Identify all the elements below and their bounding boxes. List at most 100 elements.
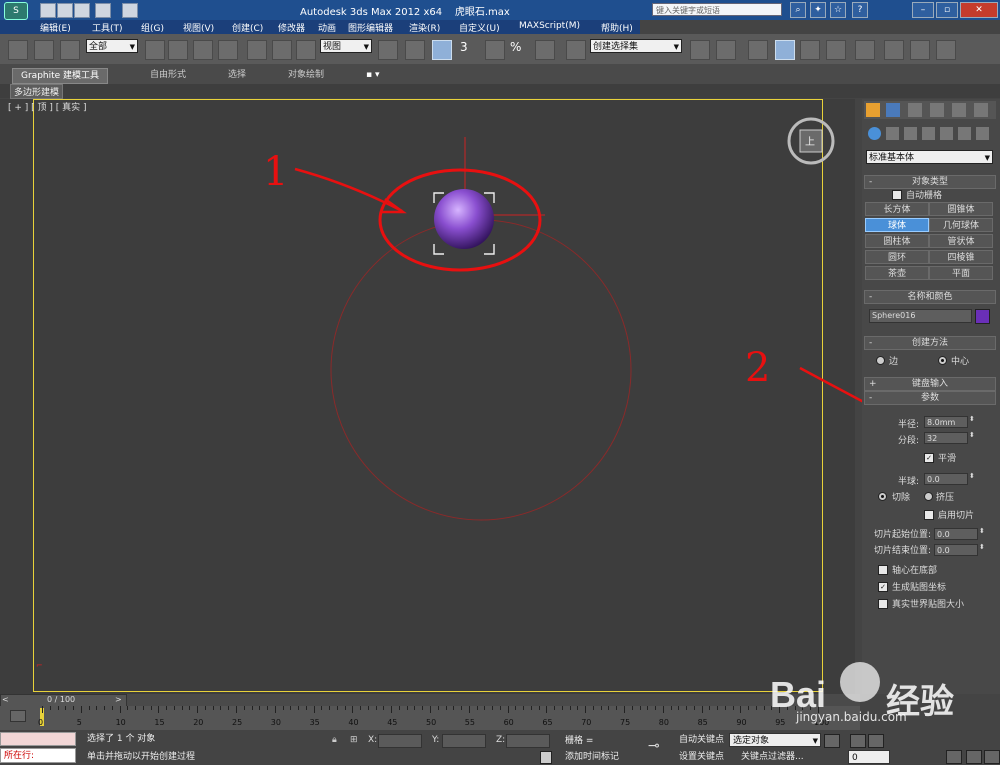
maximize-button[interactable]: ▫ xyxy=(936,2,958,18)
smooth-checkbox[interactable]: ✓ xyxy=(924,453,934,463)
box-button[interactable]: 长方体 xyxy=(865,202,929,216)
slice-from-spinner[interactable]: ⬍ xyxy=(979,527,985,535)
set-key-label[interactable]: 设置关键点 xyxy=(676,750,728,764)
slice-on-checkbox[interactable] xyxy=(924,510,934,520)
maxscript-listener[interactable] xyxy=(0,732,76,746)
object-type-rollout[interactable]: - 对象类型 xyxy=(864,175,996,189)
lights-icon[interactable] xyxy=(904,127,917,140)
radius-spinner[interactable]: ⬍ xyxy=(969,415,975,423)
menu-graph-editors[interactable]: 图形编辑器 xyxy=(348,21,393,34)
plane-button[interactable]: 平面 xyxy=(929,266,993,280)
menu-rendering[interactable]: 渲染(R) xyxy=(409,21,440,34)
render-production-icon[interactable] xyxy=(936,40,956,60)
new-file-icon[interactable] xyxy=(40,3,56,18)
named-selection-dropdown[interactable]: 创建选择集 ▼ xyxy=(590,39,682,53)
track-bar[interactable]: 0 5 10 15 20 25 30 35 40 45 50 55 60 65 70 75 80 85 90 95 10… xyxy=(0,706,860,730)
select-by-name-icon[interactable] xyxy=(168,40,188,60)
go-to-start-icon[interactable] xyxy=(824,734,840,748)
menu-create[interactable]: 创建(C) xyxy=(232,21,263,34)
minimize-button[interactable]: – xyxy=(912,2,934,18)
x-coord-input[interactable] xyxy=(378,734,422,748)
snap-toggle-icon[interactable]: 3 xyxy=(460,40,478,58)
rectangle-selection-icon[interactable] xyxy=(193,40,213,60)
lock-icon[interactable]: 🔒︎ xyxy=(332,735,337,745)
slice-to-input[interactable]: 0.0 xyxy=(934,544,978,556)
teapot-button[interactable]: 茶壶 xyxy=(865,266,929,280)
object-color-swatch[interactable] xyxy=(975,309,990,324)
rotate-icon[interactable] xyxy=(272,40,292,60)
search-icon[interactable]: ⌕ xyxy=(790,2,806,18)
sphere-button[interactable]: 球体 xyxy=(865,218,929,232)
bind-spacewarp-icon[interactable] xyxy=(60,40,80,60)
shapes-icon[interactable] xyxy=(886,127,899,140)
maximize-viewport-icon[interactable] xyxy=(984,750,1000,764)
tab-object-paint[interactable]: 对象绘制 xyxy=(280,68,332,82)
radius-input[interactable]: 8.0mm xyxy=(924,416,968,428)
play-icon[interactable] xyxy=(868,734,884,748)
ribbon-options-icon[interactable]: ▪ ▾ xyxy=(358,68,387,82)
close-button[interactable]: ✕ xyxy=(960,2,998,18)
open-file-icon[interactable] xyxy=(57,3,73,18)
create-tab-icon[interactable] xyxy=(866,103,880,117)
name-color-rollout[interactable]: - 名称和颜色 xyxy=(864,290,996,304)
undo-icon[interactable] xyxy=(95,3,111,18)
helpers-icon[interactable] xyxy=(940,127,953,140)
rendered-frame-icon[interactable] xyxy=(910,40,930,60)
slice-from-input[interactable]: 0.0 xyxy=(934,528,978,540)
spacewarps-icon[interactable] xyxy=(958,127,971,140)
tools-icon[interactable]: ✦ xyxy=(810,2,826,18)
save-file-icon[interactable] xyxy=(74,3,90,18)
keyboard-shortcut-toggle-icon[interactable] xyxy=(432,40,452,60)
align-icon[interactable] xyxy=(716,40,736,60)
location-field[interactable]: 所在行: xyxy=(0,748,76,763)
gen-map-coords-checkbox[interactable]: ✓ xyxy=(878,582,888,592)
pan-view-icon[interactable] xyxy=(946,750,962,764)
app-menu-icon[interactable]: S xyxy=(4,2,28,20)
object-name-field[interactable]: Sphere016 xyxy=(869,309,972,323)
chop-radio[interactable] xyxy=(878,492,887,501)
unlink-icon[interactable] xyxy=(34,40,54,60)
percent-snap-icon[interactable]: % xyxy=(510,40,528,58)
absolute-mode-icon[interactable]: ⊞ xyxy=(350,735,358,745)
torus-button[interactable]: 圆环 xyxy=(865,250,929,264)
scale-icon[interactable] xyxy=(296,40,316,60)
squash-radio[interactable] xyxy=(924,492,933,501)
tab-selection[interactable]: 选择 xyxy=(220,68,254,82)
add-time-tag[interactable]: 添加时间标记 xyxy=(562,750,642,764)
star-icon[interactable]: ☆ xyxy=(830,2,846,18)
slider-left-arrow[interactable]: < xyxy=(2,695,9,704)
layer-manager-icon[interactable] xyxy=(748,40,768,60)
hemisphere-input[interactable]: 0.0 xyxy=(924,473,968,485)
spinner-snap-icon[interactable] xyxy=(535,40,555,60)
tab-graphite[interactable]: Graphite 建模工具 xyxy=(12,68,109,84)
edit-named-selection-icon[interactable] xyxy=(566,40,586,60)
parameters-rollout[interactable]: - 参数 xyxy=(864,391,996,405)
window-crossing-icon[interactable] xyxy=(218,40,238,60)
help-icon[interactable]: ? xyxy=(852,2,868,18)
menu-tools[interactable]: 工具(T) xyxy=(92,21,123,34)
link-icon[interactable] xyxy=(8,40,28,60)
creation-method-rollout[interactable]: - 创建方法 xyxy=(864,336,996,350)
prev-frame-icon[interactable] xyxy=(850,734,866,748)
top-viewport[interactable]: [ + ] [ 顶 ] [ 真实 ] 1 上 ⌐ xyxy=(0,99,855,694)
segments-input[interactable]: 32 xyxy=(924,432,968,444)
select-manipulate-icon[interactable] xyxy=(405,40,425,60)
move-icon[interactable] xyxy=(247,40,267,60)
menu-animation[interactable]: 动画 xyxy=(318,21,336,34)
reference-coord-dropdown[interactable]: 视图 ▼ xyxy=(320,39,372,53)
slice-to-spinner[interactable]: ⬍ xyxy=(979,543,985,551)
geometry-icon[interactable] xyxy=(868,127,881,140)
mirror-icon[interactable] xyxy=(690,40,710,60)
y-coord-input[interactable] xyxy=(442,734,486,748)
modify-tab-icon[interactable] xyxy=(886,103,900,117)
select-object-icon[interactable] xyxy=(145,40,165,60)
pyramid-button[interactable]: 四棱锥 xyxy=(929,250,993,264)
render-setup-icon[interactable] xyxy=(884,40,904,60)
material-editor-icon[interactable] xyxy=(855,40,875,60)
menu-help[interactable]: 帮助(H) xyxy=(601,21,633,34)
hemisphere-spinner[interactable]: ⬍ xyxy=(969,472,975,480)
search-input[interactable]: 键入关键字或短语 xyxy=(652,3,782,16)
category-dropdown[interactable]: 标准基本体 ▼ xyxy=(866,150,993,164)
curve-editor-icon[interactable] xyxy=(800,40,820,60)
systems-icon[interactable] xyxy=(976,127,989,140)
